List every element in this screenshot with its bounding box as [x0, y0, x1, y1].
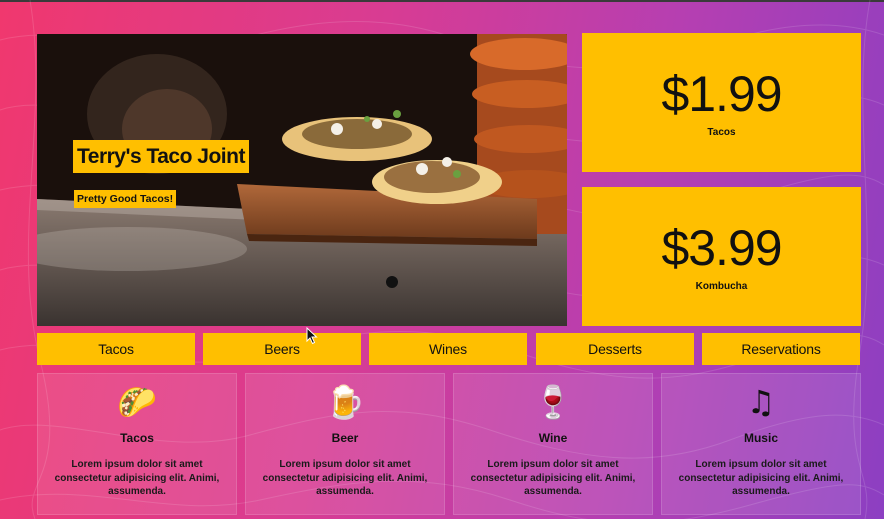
wine-glass-icon: 🍷: [533, 383, 573, 421]
card-title: Beer: [331, 431, 359, 445]
nav-button-reservations[interactable]: Reservations: [702, 333, 860, 365]
price-label: Tacos: [707, 127, 736, 138]
card-description: Lorem ipsum dolor sit amet consectetur a…: [470, 459, 636, 497]
card-title: Music: [743, 431, 778, 445]
restaurant-tagline: Pretty Good Tacos!: [74, 190, 177, 208]
taco-icon: 🌮: [117, 383, 157, 421]
card-description: Lorem ipsum dolor sit amet consectetur a…: [54, 459, 220, 497]
price-label: Kombucha: [695, 281, 748, 292]
feature-card-music: ♫ Music Lorem ipsum dolor sit amet conse…: [661, 373, 861, 515]
card-title: Tacos: [120, 431, 154, 445]
nav-button-beers[interactable]: Beers: [203, 333, 361, 365]
mouse-pointer-icon: [306, 327, 318, 345]
feature-card-wine: 🍷 Wine Lorem ipsum dolor sit amet consec…: [453, 373, 653, 515]
hero-banner: Terry's Taco Joint Pretty Good Tacos!: [37, 34, 567, 326]
beer-mug-icon: 🍺: [325, 383, 365, 421]
nav-button-tacos[interactable]: Tacos: [37, 333, 195, 365]
music-notes-icon: ♫: [746, 383, 776, 421]
restaurant-name: Terry's Taco Joint: [73, 140, 249, 173]
card-description: Lorem ipsum dolor sit amet consectetur a…: [678, 459, 844, 497]
card-title: Wine: [538, 431, 568, 445]
price-card-tacos: $1.99 Tacos: [582, 33, 861, 172]
price-amount: $3.99: [661, 220, 782, 276]
feature-card-beer: 🍺 Beer Lorem ipsum dolor sit amet consec…: [245, 373, 445, 515]
price-card-kombucha: $3.99 Kombucha: [582, 187, 861, 326]
nav-button-wines[interactable]: Wines: [369, 333, 527, 365]
feature-card-tacos: 🌮 Tacos Lorem ipsum dolor sit amet conse…: [37, 373, 237, 515]
taco-plate-photo: [37, 34, 567, 326]
nav-button-desserts[interactable]: Desserts: [536, 333, 694, 365]
card-description: Lorem ipsum dolor sit amet consectetur a…: [262, 459, 428, 497]
price-amount: $1.99: [661, 66, 782, 122]
